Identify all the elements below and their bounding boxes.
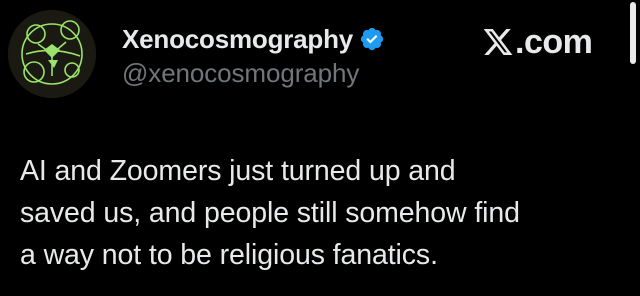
tweet-text: AI and Zoomers just turned up and saved … <box>20 155 520 271</box>
display-name-row[interactable]: Xenocosmography <box>122 22 385 56</box>
author-handle[interactable]: @xenocosmography <box>122 58 359 89</box>
source-domain-text: .com <box>515 22 593 61</box>
avatar-diagram-icon <box>8 10 96 98</box>
avatar[interactable] <box>8 10 96 98</box>
display-name[interactable]: Xenocosmography <box>122 24 353 55</box>
verified-badge-icon <box>360 27 384 51</box>
scrollbar[interactable] <box>630 2 636 64</box>
source-label[interactable]: .com <box>482 22 593 62</box>
tweet-card: Xenocosmography @xenocosmography .com AI… <box>0 0 640 296</box>
x-logo-icon <box>483 29 513 55</box>
